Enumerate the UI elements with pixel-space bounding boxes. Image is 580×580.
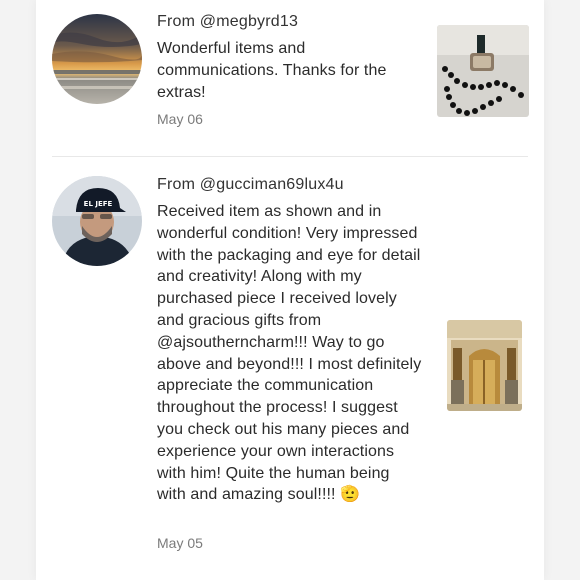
reviewer-avatar[interactable]	[52, 14, 142, 104]
reviewer-handle[interactable]: From @gucciman69lux4u	[157, 176, 344, 194]
review-photo-thumbnail[interactable]	[437, 25, 529, 117]
avatar-cap-text: EL JEFE	[84, 200, 113, 208]
gucci-storefront-photo-icon	[447, 320, 522, 411]
review-item: From @megbyrd13 Wonderful items and comm…	[36, 0, 544, 156]
reviewer-avatar[interactable]: EL JEFE	[52, 176, 142, 266]
review-photo-thumbnail[interactable]	[447, 320, 522, 411]
man-in-cap-avatar-icon: EL JEFE	[52, 176, 142, 266]
review-text: Received item as shown and in wonderful …	[157, 203, 422, 504]
review-item: EL JEFE From @gucciman69lux4u Received i…	[36, 157, 544, 580]
review-date: May 05	[157, 535, 203, 551]
review-text: Wonderful items and communications. Than…	[157, 40, 387, 101]
sunset-seascape-avatar-icon	[52, 14, 142, 104]
review-date: May 06	[157, 111, 203, 127]
reviews-card: From @megbyrd13 Wonderful items and comm…	[36, 0, 544, 580]
black-bead-necklace-photo-icon	[437, 25, 529, 117]
reviewer-handle[interactable]: From @megbyrd13	[157, 13, 298, 31]
